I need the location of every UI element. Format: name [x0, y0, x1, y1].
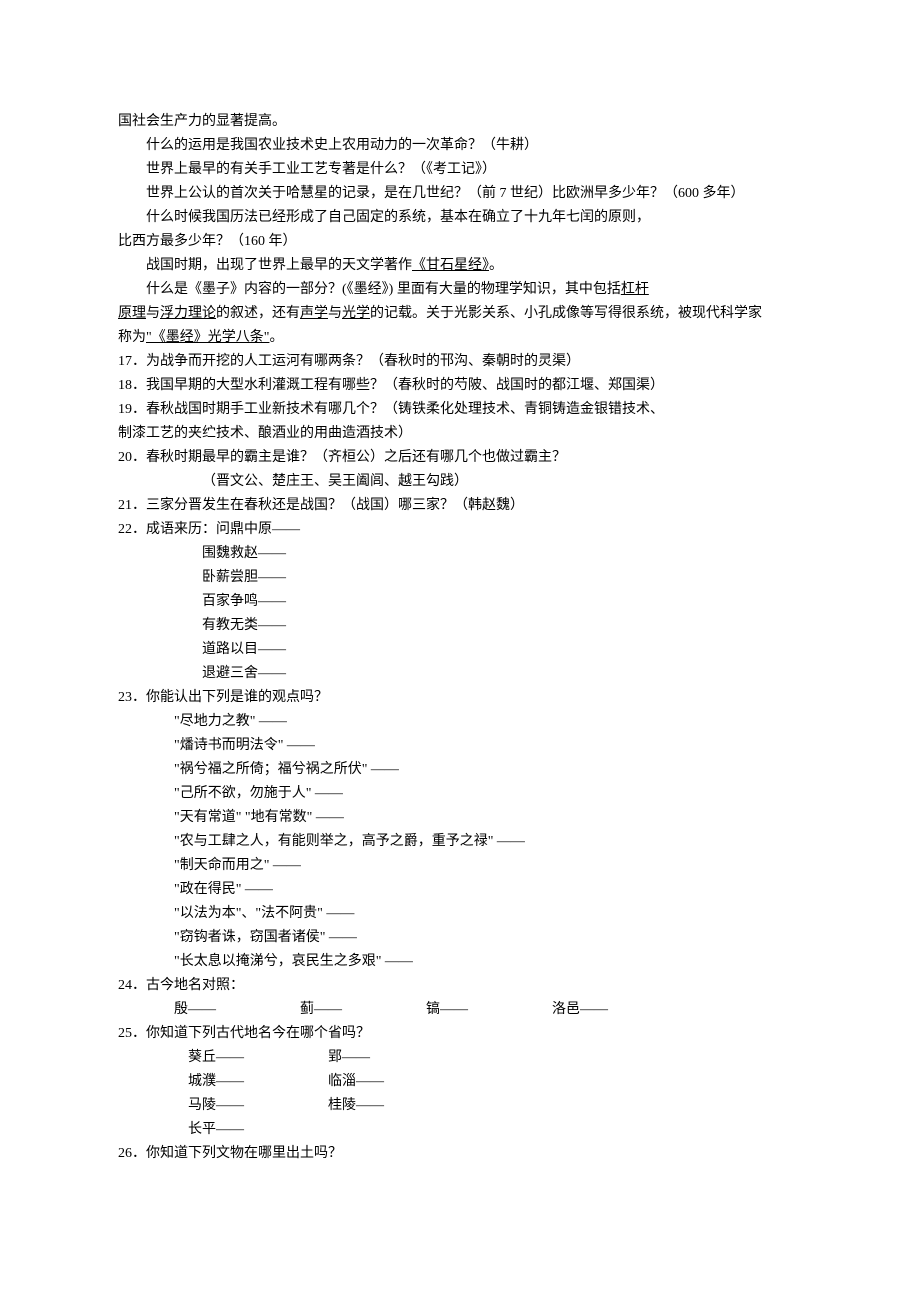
text-line: "尽地力之教" —— — [118, 710, 810, 734]
text-line: 26．你知道下列文物在哪里出土吗？ — [118, 1142, 810, 1166]
text-line: 什么时候我国历法已经形成了自己固定的系统，基本在确立了十九年七闰的原则， — [118, 206, 810, 230]
text-line: 17．为战争而开挖的人工运河有哪两条？（春秋时的邗沟、秦朝时的灵渠） — [118, 350, 810, 374]
text-line: （晋文公、楚庄王、吴王阖闾、越王勾践） — [118, 470, 810, 494]
text-line: "燔诗书而明法令" —— — [118, 734, 810, 758]
text-line: "窃钩者诛，窃国者诸侯" —— — [118, 926, 810, 950]
text-line: "政在得民" —— — [118, 878, 810, 902]
text-line: 23．你能认出下列是谁的观点吗？ — [118, 686, 810, 710]
text-line: 世界上最早的有关手工业工艺专著是什么？（《考工记》） — [118, 158, 810, 182]
text-line: 比西方最多少年？（160 年） — [118, 230, 810, 254]
text-line: 卧薪尝胆—— — [118, 566, 810, 590]
text-line: 世界上公认的首次关于哈慧星的记录，是在几世纪？（前 7 世纪）比欧洲早多少年？（… — [118, 182, 810, 206]
text-line: 退避三舍—— — [118, 662, 810, 686]
text-line: 24．古今地名对照： — [118, 974, 810, 998]
text-line: 什么是《墨子》内容的一部分？(《墨经》) 里面有大量的物理学知识，其中包括杠杆 — [118, 278, 810, 302]
text-line: 18．我国早期的大型水利灌溉工程有哪些？（春秋时的芍陂、战国时的都江堰、郑国渠） — [118, 374, 810, 398]
text-line: 围魏救赵—— — [118, 542, 810, 566]
text-line: 长平—— — [118, 1118, 810, 1142]
text-line: 国社会生产力的显著提高。 — [118, 110, 810, 134]
text-line: "以法为本"、"法不阿贵" —— — [118, 902, 810, 926]
text-line: 有教无类—— — [118, 614, 810, 638]
text-line: 战国时期，出现了世界上最早的天文学著作《甘石星经》。 — [118, 254, 810, 278]
text-line: 25．你知道下列古代地名今在哪个省吗？ — [118, 1022, 810, 1046]
text-line: 马陵——桂陵—— — [118, 1094, 810, 1118]
text-line: 百家争鸣—— — [118, 590, 810, 614]
text-line: 制漆工艺的夹纻技术、酿酒业的用曲造酒技术） — [118, 422, 810, 446]
text-line: 城濮——临淄—— — [118, 1070, 810, 1094]
text-line: 什么的运用是我国农业技术史上农用动力的一次革命？（牛耕） — [118, 134, 810, 158]
text-line: "长太息以掩涕兮，哀民生之多艰" —— — [118, 950, 810, 974]
text-line: "制天命而用之" —— — [118, 854, 810, 878]
text-line: 21．三家分晋发生在春秋还是战国？（战国）哪三家？（韩赵魏） — [118, 494, 810, 518]
text-line: 道路以目—— — [118, 638, 810, 662]
text-line: 葵丘——郢—— — [118, 1046, 810, 1070]
text-line: 19．春秋战国时期手工业新技术有哪几个？（铸铁柔化处理技术、青铜铸造金银错技术、 — [118, 398, 810, 422]
text-line: 22．成语来历：问鼎中原—— — [118, 518, 810, 542]
text-line: "天有常道" "地有常数" —— — [118, 806, 810, 830]
text-line: "祸兮福之所倚；福兮祸之所伏" —— — [118, 758, 810, 782]
text-line: "己所不欲，勿施于人" —— — [118, 782, 810, 806]
text-line: "农与工肆之人，有能则举之，高予之爵，重予之禄" —— — [118, 830, 810, 854]
document-page: 国社会生产力的显著提高。什么的运用是我国农业技术史上农用动力的一次革命？（牛耕）… — [0, 0, 920, 1226]
text-line: 殷——蓟——镐——洛邑—— — [118, 998, 810, 1022]
text-line: 20．春秋时期最早的霸主是谁？（齐桓公）之后还有哪几个也做过霸主？ — [118, 446, 810, 470]
text-line: 原理与浮力理论的叙述，还有声学与光学的记载。关于光影关系、小孔成像等写得很系统，… — [118, 302, 810, 326]
text-line: 称为"《墨经》光学八条"。 — [118, 326, 810, 350]
